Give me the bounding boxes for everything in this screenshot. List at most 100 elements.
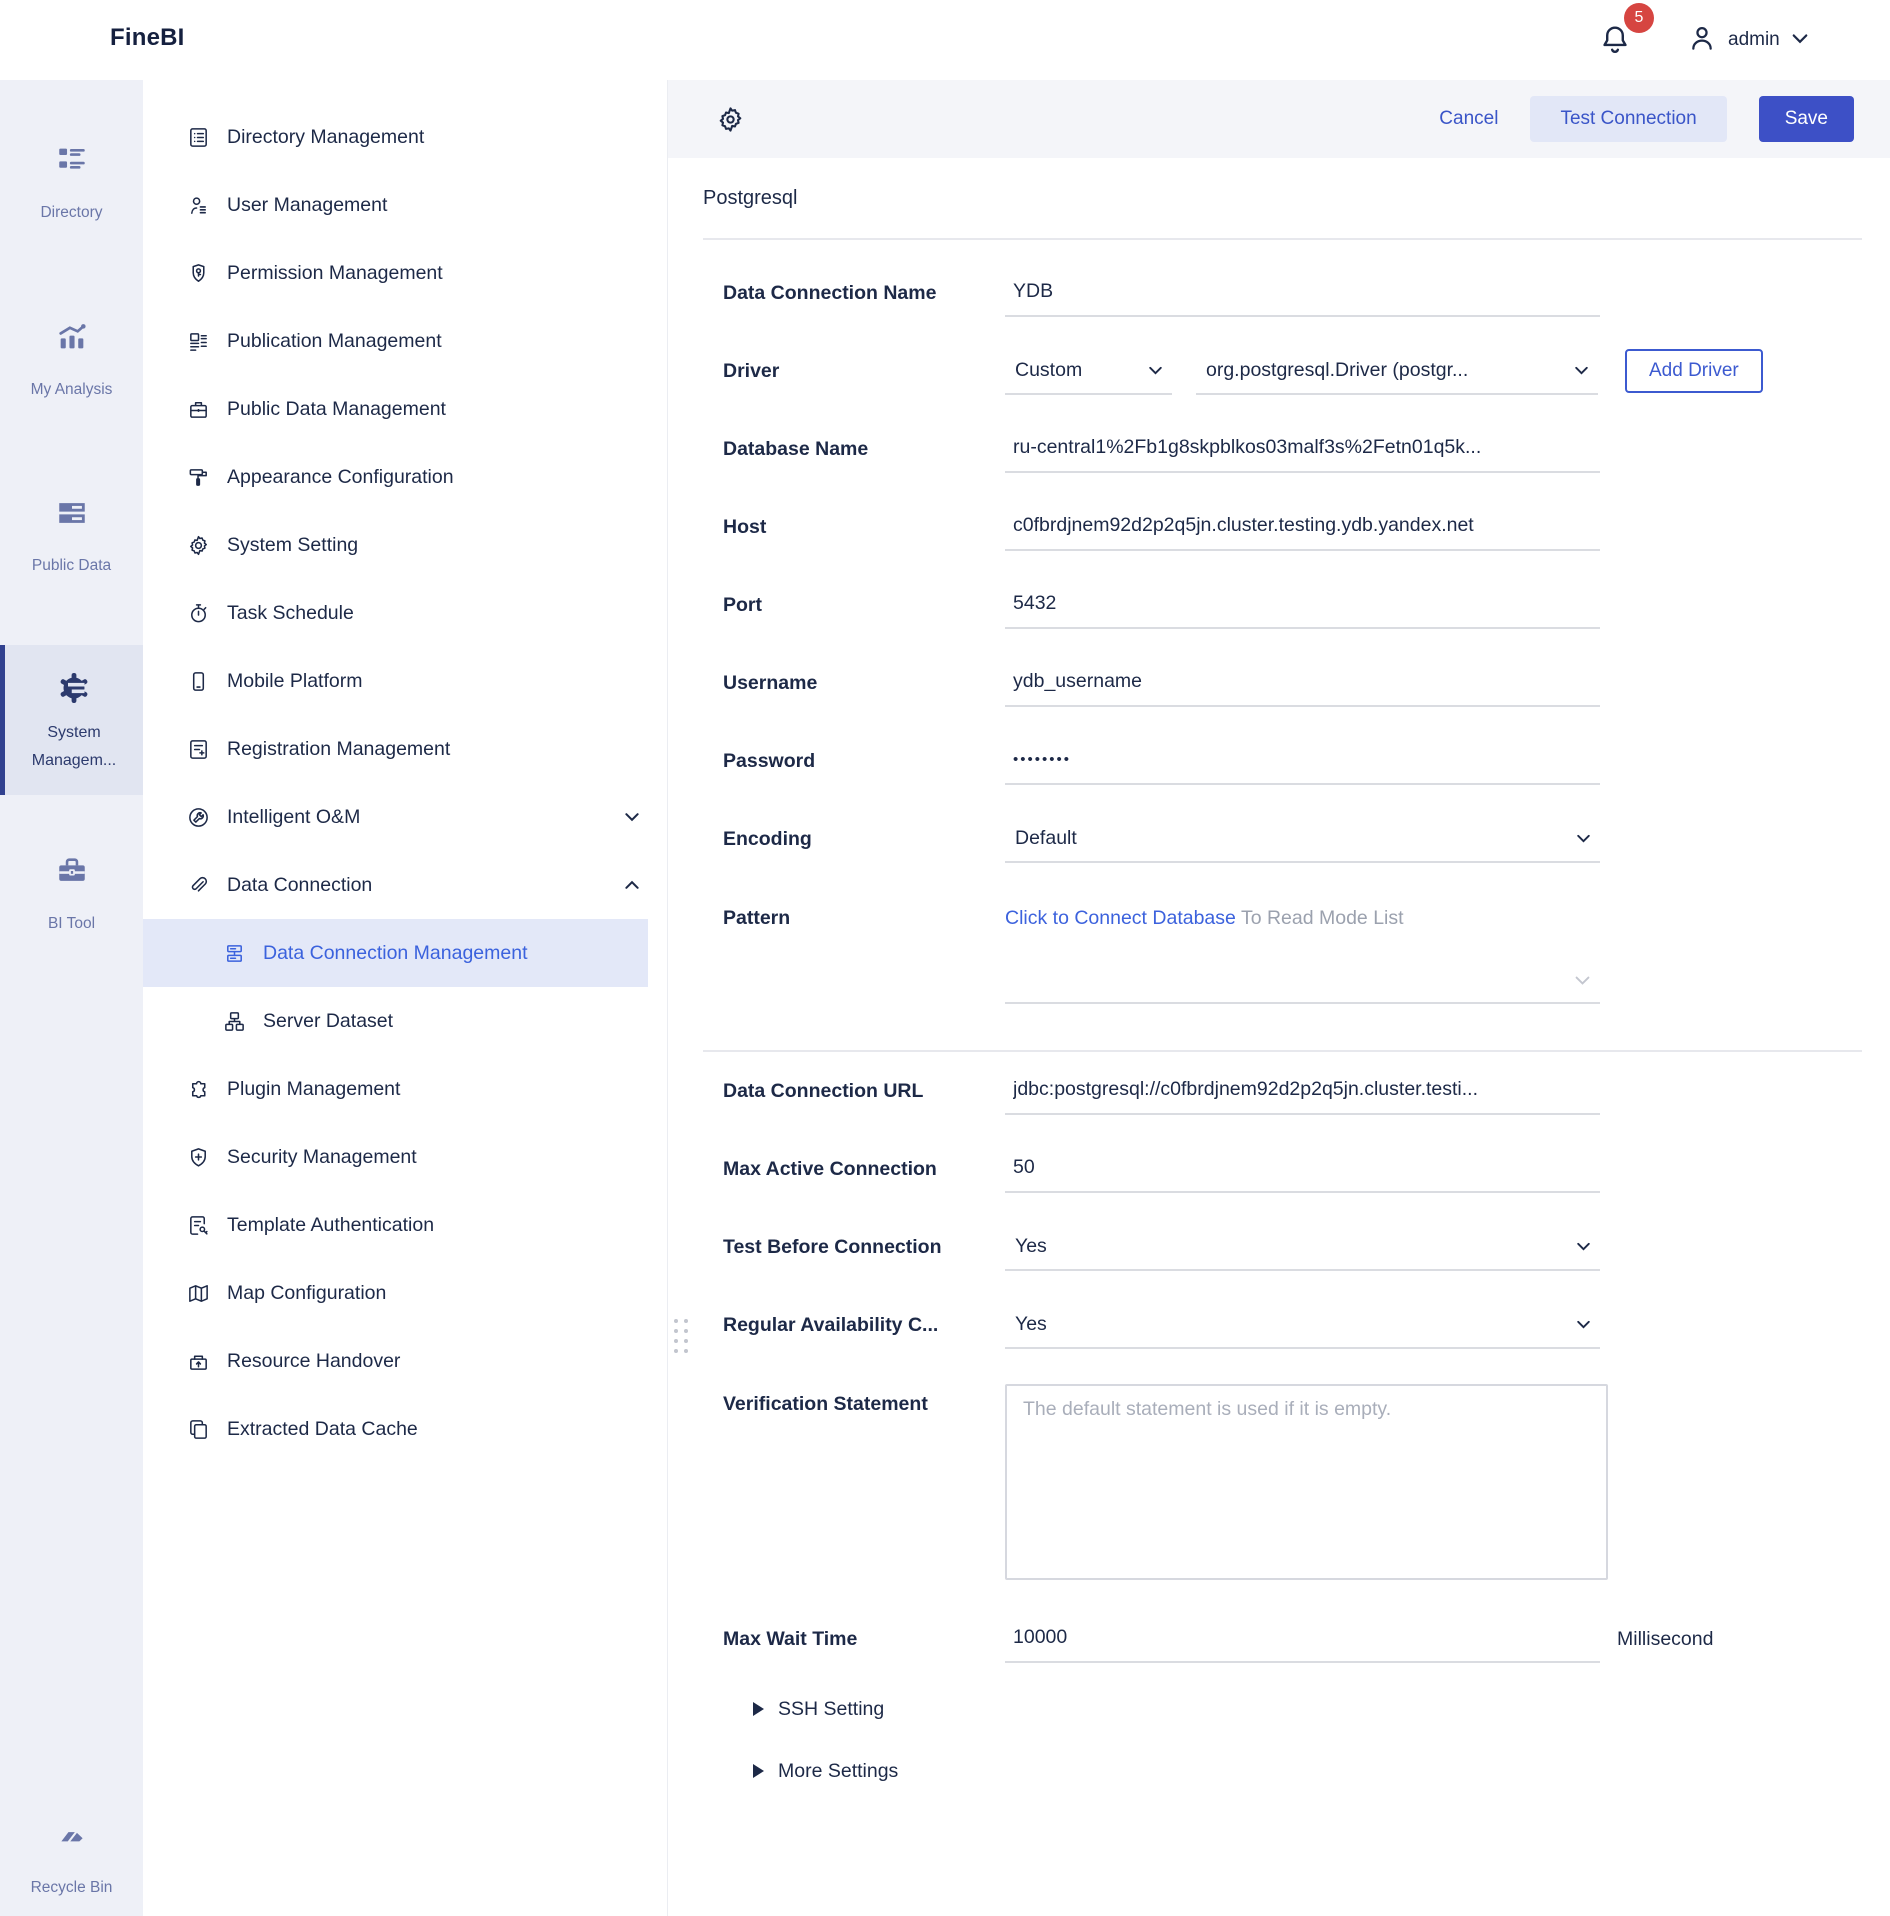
menu-item-template-authentication[interactable]: Template Authentication	[143, 1191, 667, 1259]
app-header: FineBI 5 admin	[0, 0, 1890, 80]
system-setting-icon	[186, 533, 210, 557]
app-logo: FineBI	[110, 24, 185, 52]
rail-item-my-analysis[interactable]: My Analysis	[0, 320, 143, 400]
max-wait-time-row: Max Wait Time Millisecond	[703, 1600, 1862, 1678]
rail-item-bi-tool[interactable]: BI Tool	[0, 854, 143, 934]
menu-item-label: Data Connection	[227, 874, 372, 897]
menu-item-security-management[interactable]: Security Management	[143, 1123, 667, 1191]
triangle-right-icon	[753, 1764, 764, 1778]
data-connection-url-input[interactable]	[1005, 1078, 1600, 1103]
more-settings-toggle[interactable]: More Settings	[703, 1740, 1862, 1802]
connection-form: Postgresql Data Connection Name Driver C…	[668, 158, 1890, 1802]
database-name-input[interactable]	[1005, 436, 1600, 461]
test-connection-button[interactable]: Test Connection	[1530, 96, 1726, 142]
regular-availability-select[interactable]: Yes	[1005, 1301, 1600, 1349]
max-active-connection-input[interactable]	[1005, 1156, 1600, 1181]
more-settings-label: More Settings	[778, 1760, 898, 1783]
menu-item-extracted-data-cache[interactable]: Extracted Data Cache	[143, 1395, 667, 1463]
field-label: Data Connection Name	[723, 281, 1005, 306]
menu-item-intelligent-om[interactable]: Intelligent O&M	[143, 783, 667, 851]
test-before-connection-value: Yes	[1005, 1235, 1047, 1258]
connect-database-link[interactable]: Click to Connect Database	[1005, 907, 1236, 929]
max-active-connection-row: Max Active Connection	[703, 1130, 1862, 1208]
triangle-right-icon	[753, 1702, 764, 1716]
main-panel: Cancel Test Connection Save Postgresql D…	[668, 80, 1890, 1916]
menu-item-task-schedule[interactable]: Task Schedule	[143, 579, 667, 647]
pattern-select[interactable]	[1005, 966, 1600, 1004]
data-connection-name-input[interactable]	[1005, 280, 1600, 305]
menu-item-permission-management[interactable]: Permission Management	[143, 239, 667, 307]
menu-item-resource-handover[interactable]: Resource Handover	[143, 1327, 667, 1395]
menu-item-label: Template Authentication	[227, 1214, 434, 1237]
panel-resize-handle[interactable]	[671, 1316, 691, 1356]
rail-item-system-management[interactable]: System Managem...	[0, 645, 143, 795]
host-input[interactable]	[1005, 514, 1600, 539]
menu-item-user-management[interactable]: User Management	[143, 171, 667, 239]
ssh-setting-toggle[interactable]: SSH Setting	[703, 1678, 1862, 1740]
registration-management-icon	[186, 737, 210, 761]
username-row: Username	[703, 644, 1862, 722]
rail-item-recycle-bin[interactable]: Recycle Bin	[0, 1818, 143, 1898]
max-wait-time-input[interactable]	[1005, 1626, 1600, 1651]
menu-item-label: Mobile Platform	[227, 670, 362, 693]
port-input[interactable]	[1005, 592, 1600, 617]
menu-item-data-connection-management[interactable]: Data Connection Management	[143, 919, 648, 987]
test-before-connection-select[interactable]: Yes	[1005, 1223, 1600, 1271]
menu-item-system-setting[interactable]: System Setting	[143, 511, 667, 579]
driver-type-value: Custom	[1005, 359, 1082, 382]
menu-item-label: Intelligent O&M	[227, 806, 360, 829]
server-dataset-icon	[222, 1009, 246, 1033]
menu-item-publication-management[interactable]: Publication Management	[143, 307, 667, 375]
ssh-setting-label: SSH Setting	[778, 1698, 884, 1721]
bi-tool-icon	[55, 854, 89, 888]
driver-class-select[interactable]: org.postgresql.Driver (postgr...	[1196, 347, 1598, 395]
task-schedule-icon	[186, 601, 210, 625]
gear-icon[interactable]	[716, 105, 745, 134]
chevron-down-icon	[1790, 28, 1810, 53]
menu-item-registration-management[interactable]: Registration Management	[143, 715, 667, 783]
add-driver-button[interactable]: Add Driver	[1625, 349, 1763, 393]
menu-item-directory-management[interactable]: Directory Management	[143, 103, 667, 171]
plugin-management-icon	[186, 1077, 210, 1101]
cancel-button[interactable]: Cancel	[1439, 108, 1498, 130]
rail-label: BI Tool	[46, 914, 97, 934]
driver-type-select[interactable]: Custom	[1005, 347, 1172, 395]
divider	[703, 238, 1862, 240]
menu-item-plugin-management[interactable]: Plugin Management	[143, 1055, 667, 1123]
public-data-management-icon	[186, 397, 210, 421]
publication-management-icon	[186, 329, 210, 353]
system-management-icon	[56, 671, 92, 705]
chevron-up-icon[interactable]	[623, 876, 641, 894]
permission-management-icon	[186, 261, 210, 285]
rail-item-directory[interactable]: Directory	[0, 143, 143, 223]
save-button[interactable]: Save	[1759, 96, 1854, 142]
password-input[interactable]	[1005, 751, 1600, 770]
chevron-down-icon	[1573, 362, 1590, 379]
rail-label: Directory	[38, 203, 104, 223]
field-label: Encoding	[723, 827, 1005, 852]
menu-item-appearance-configuration[interactable]: Appearance Configuration	[143, 443, 667, 511]
menu-item-label: Appearance Configuration	[227, 466, 454, 489]
security-management-icon	[186, 1145, 210, 1169]
menu-item-label: Resource Handover	[227, 1350, 400, 1373]
menu-item-public-data-management[interactable]: Public Data Management	[143, 375, 667, 443]
menu-item-mobile-platform[interactable]: Mobile Platform	[143, 647, 667, 715]
menu-item-data-connection[interactable]: Data Connection	[143, 851, 667, 919]
directory-icon	[55, 143, 89, 177]
menu-item-map-configuration[interactable]: Map Configuration	[143, 1259, 667, 1327]
encoding-select[interactable]: Default	[1005, 815, 1600, 863]
data-connection-name-row: Data Connection Name	[703, 254, 1862, 332]
appearance-configuration-icon	[186, 465, 210, 489]
verification-statement-textarea[interactable]	[1005, 1384, 1608, 1580]
user-menu[interactable]: admin	[1686, 22, 1810, 58]
chevron-down-icon	[1575, 830, 1592, 847]
menu-item-server-dataset[interactable]: Server Dataset	[143, 987, 667, 1055]
user-icon	[1686, 22, 1718, 59]
menu-item-label: Task Schedule	[227, 602, 354, 625]
resource-handover-icon	[186, 1349, 210, 1373]
chevron-down-icon[interactable]	[623, 808, 641, 826]
field-label: Verification Statement	[723, 1384, 1005, 1580]
username-input[interactable]	[1005, 670, 1600, 695]
recycle-bin-icon	[55, 1818, 89, 1852]
rail-item-public-data[interactable]: Public Data	[0, 496, 143, 576]
